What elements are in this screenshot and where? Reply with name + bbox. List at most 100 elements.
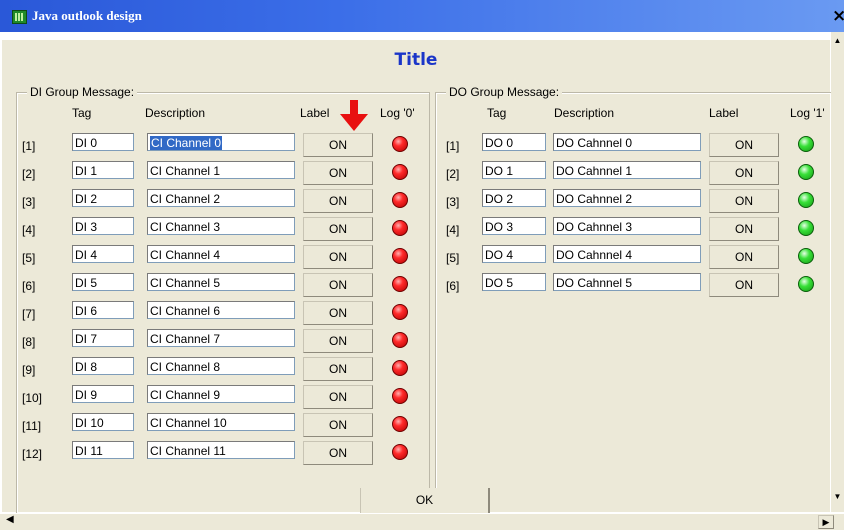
red-led-icon bbox=[392, 388, 408, 404]
di-description-field[interactable]: CI Channel 4 bbox=[147, 245, 295, 263]
di-on-button[interactable]: ON bbox=[303, 133, 373, 157]
di-tag-field[interactable]: DI 9 bbox=[72, 385, 134, 403]
di-row-index: [7] bbox=[22, 307, 36, 321]
window-title: Java outlook design bbox=[32, 8, 142, 23]
di-row-index: [2] bbox=[22, 167, 36, 181]
red-led-icon bbox=[392, 332, 408, 348]
horizontal-scrollbar[interactable]: ◀ ▶ bbox=[0, 513, 844, 530]
di-description-field[interactable]: CI Channel 3 bbox=[147, 217, 295, 235]
di-row: [4] DI 3 CI Channel 3 ON bbox=[22, 217, 427, 241]
di-tag-field[interactable]: DI 2 bbox=[72, 189, 134, 207]
di-on-button[interactable]: ON bbox=[303, 385, 373, 409]
di-header-label: Label bbox=[300, 106, 330, 120]
di-row-index: [6] bbox=[22, 279, 36, 293]
scroll-down-icon[interactable]: ▼ bbox=[831, 492, 844, 506]
do-on-button[interactable]: ON bbox=[709, 245, 779, 269]
do-row: [5] DO 4 DO Cahnnel 4 ON bbox=[446, 245, 836, 269]
di-on-button[interactable]: ON bbox=[303, 441, 373, 465]
do-header-log: Log '1' bbox=[790, 106, 825, 120]
di-description-field[interactable]: CI Channel 8 bbox=[147, 357, 295, 375]
do-tag-field[interactable]: DO 0 bbox=[482, 133, 546, 151]
di-tag-field[interactable]: DI 0 bbox=[72, 133, 134, 151]
di-tag-field[interactable]: DI 10 bbox=[72, 413, 134, 431]
do-on-button[interactable]: ON bbox=[709, 189, 779, 213]
di-description-field[interactable]: CI Channel 0 bbox=[147, 133, 295, 151]
dialog-client: Title DI Group Message: Tag Description … bbox=[2, 40, 836, 516]
scroll-right-icon[interactable]: ▶ bbox=[818, 515, 834, 529]
di-row-index: [5] bbox=[22, 251, 36, 265]
di-tag-field[interactable]: DI 11 bbox=[72, 441, 134, 459]
di-on-button[interactable]: ON bbox=[303, 273, 373, 297]
scroll-up-icon[interactable]: ▲ bbox=[831, 36, 844, 50]
scroll-left-icon[interactable]: ◀ bbox=[6, 514, 14, 525]
di-tag-field[interactable]: DI 4 bbox=[72, 245, 134, 263]
di-tag-field[interactable]: DI 7 bbox=[72, 329, 134, 347]
do-tag-field[interactable]: DO 2 bbox=[482, 189, 546, 207]
do-on-button[interactable]: ON bbox=[709, 133, 779, 157]
do-description-field[interactable]: DO Cahnnel 2 bbox=[553, 189, 701, 207]
di-on-button[interactable]: ON bbox=[303, 217, 373, 241]
vertical-scrollbar[interactable]: ▲ ▼ bbox=[831, 32, 844, 512]
di-on-button[interactable]: ON bbox=[303, 189, 373, 213]
do-description-field[interactable]: DO Cahnnel 1 bbox=[553, 161, 701, 179]
di-header-tag: Tag bbox=[72, 106, 92, 120]
do-header-tag: Tag bbox=[487, 106, 507, 120]
do-row-index: [4] bbox=[446, 223, 460, 237]
di-row: [2] DI 1 CI Channel 1 ON bbox=[22, 161, 427, 185]
di-description-field[interactable]: CI Channel 6 bbox=[147, 301, 295, 319]
di-row-index: [4] bbox=[22, 223, 36, 237]
di-tag-field[interactable]: DI 5 bbox=[72, 273, 134, 291]
do-row: [1] DO 0 DO Cahnnel 0 ON bbox=[446, 133, 836, 157]
do-tag-field[interactable]: DO 5 bbox=[482, 273, 546, 291]
green-led-icon bbox=[798, 192, 814, 208]
selected-description-text: CI Channel 0 bbox=[150, 136, 223, 150]
di-row-index: [3] bbox=[22, 195, 36, 209]
do-tag-field[interactable]: DO 1 bbox=[482, 161, 546, 179]
do-on-button[interactable]: ON bbox=[709, 273, 779, 297]
page-title: Title bbox=[394, 50, 438, 70]
di-description-field[interactable]: CI Channel 11 bbox=[147, 441, 295, 459]
di-on-button[interactable]: ON bbox=[303, 413, 373, 437]
do-description-field[interactable]: DO Cahnnel 3 bbox=[553, 217, 701, 235]
do-row: [3] DO 2 DO Cahnnel 2 ON bbox=[446, 189, 836, 213]
di-on-button[interactable]: ON bbox=[303, 301, 373, 325]
di-description-field[interactable]: CI Channel 1 bbox=[147, 161, 295, 179]
do-description-field[interactable]: DO Cahnnel 0 bbox=[553, 133, 701, 151]
red-led-icon bbox=[392, 248, 408, 264]
do-on-button[interactable]: ON bbox=[709, 217, 779, 241]
di-on-button[interactable]: ON bbox=[303, 245, 373, 269]
di-row: [6] DI 5 CI Channel 5 ON bbox=[22, 273, 427, 297]
do-row-index: [3] bbox=[446, 195, 460, 209]
di-group-box: DI Group Message: Tag Description Label … bbox=[16, 85, 430, 516]
di-description-field[interactable]: CI Channel 2 bbox=[147, 189, 295, 207]
window-titlebar: Java outlook design × bbox=[0, 0, 844, 32]
di-row: [1] DI 0 CI Channel 0 ON bbox=[22, 133, 427, 157]
di-tag-field[interactable]: DI 8 bbox=[72, 357, 134, 375]
di-on-button[interactable]: ON bbox=[303, 357, 373, 381]
di-on-button[interactable]: ON bbox=[303, 161, 373, 185]
do-description-field[interactable]: DO Cahnnel 5 bbox=[553, 273, 701, 291]
do-tag-field[interactable]: DO 3 bbox=[482, 217, 546, 235]
di-tag-field[interactable]: DI 6 bbox=[72, 301, 134, 319]
di-description-field[interactable]: CI Channel 7 bbox=[147, 329, 295, 347]
di-description-field[interactable]: CI Channel 10 bbox=[147, 413, 295, 431]
di-description-field[interactable]: CI Channel 5 bbox=[147, 273, 295, 291]
red-led-icon bbox=[392, 304, 408, 320]
di-tag-field[interactable]: DI 3 bbox=[72, 217, 134, 235]
do-description-field[interactable]: DO Cahnnel 4 bbox=[553, 245, 701, 263]
do-tag-field[interactable]: DO 4 bbox=[482, 245, 546, 263]
green-led-icon bbox=[798, 276, 814, 292]
red-led-icon bbox=[392, 444, 408, 460]
close-icon[interactable]: × bbox=[832, 6, 844, 26]
di-group-legend: DI Group Message: bbox=[27, 85, 138, 99]
ok-button[interactable]: OK bbox=[360, 488, 490, 514]
di-row-index: [11] bbox=[22, 419, 42, 433]
di-on-button[interactable]: ON bbox=[303, 329, 373, 353]
do-on-button[interactable]: ON bbox=[709, 161, 779, 185]
di-row: [5] DI 4 CI Channel 4 ON bbox=[22, 245, 427, 269]
red-led-icon bbox=[392, 164, 408, 180]
do-row: [4] DO 3 DO Cahnnel 3 ON bbox=[446, 217, 836, 241]
di-description-field[interactable]: CI Channel 9 bbox=[147, 385, 295, 403]
di-tag-field[interactable]: DI 1 bbox=[72, 161, 134, 179]
do-group-legend: DO Group Message: bbox=[446, 85, 563, 99]
